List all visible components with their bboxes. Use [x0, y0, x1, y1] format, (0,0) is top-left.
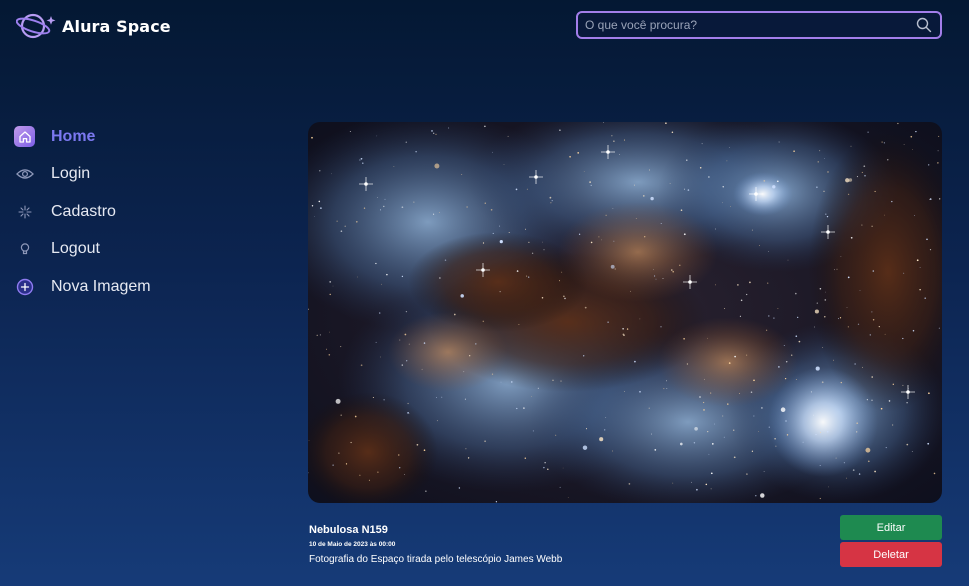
photo-description: Fotografia do Espaço tirada pelo telescó…: [309, 554, 563, 565]
nebula-photo[interactable]: [308, 122, 942, 503]
edit-button[interactable]: Editar: [840, 515, 942, 540]
sparkle-icon: [14, 201, 35, 222]
sidebar-item-label: Logout: [51, 240, 100, 258]
logo[interactable]: Alura Space: [16, 11, 171, 41]
sidebar-item-cadastro[interactable]: Cadastro: [14, 193, 151, 231]
bulb-icon: [14, 239, 35, 260]
search-box[interactable]: [576, 11, 942, 39]
sidebar-item-logout[interactable]: Logout: [14, 231, 151, 269]
plus-circle-icon: [14, 276, 35, 297]
sidebar-item-label: Login: [51, 165, 91, 183]
logo-text: Alura Space: [62, 16, 171, 36]
search-icon[interactable]: [913, 14, 935, 36]
planet-logo-icon: [16, 13, 56, 39]
search-input[interactable]: [578, 13, 913, 37]
sidebar-item-home[interactable]: Home: [14, 118, 151, 156]
sidebar-item-label: Home: [51, 127, 96, 145]
delete-button[interactable]: Deletar: [840, 542, 942, 567]
sidebar-item-nova-imagem[interactable]: Nova Imagem: [14, 268, 151, 306]
photo-date: 10 de Maio de 2023 às 00:00: [309, 541, 396, 548]
sidebar-nav: Home Login Cadastro Logout Nova Imagem: [14, 118, 151, 306]
eye-icon: [14, 164, 35, 185]
photo-caption: Nebulosa N159 10 de Maio de 2023 às 00:0…: [309, 524, 562, 565]
sidebar-item-login[interactable]: Login: [14, 156, 151, 194]
sidebar-item-label: Nova Imagem: [51, 277, 151, 295]
photo-title: Nebulosa N159: [309, 524, 388, 536]
home-icon: [14, 126, 35, 148]
sidebar-item-label: Cadastro: [51, 202, 116, 220]
